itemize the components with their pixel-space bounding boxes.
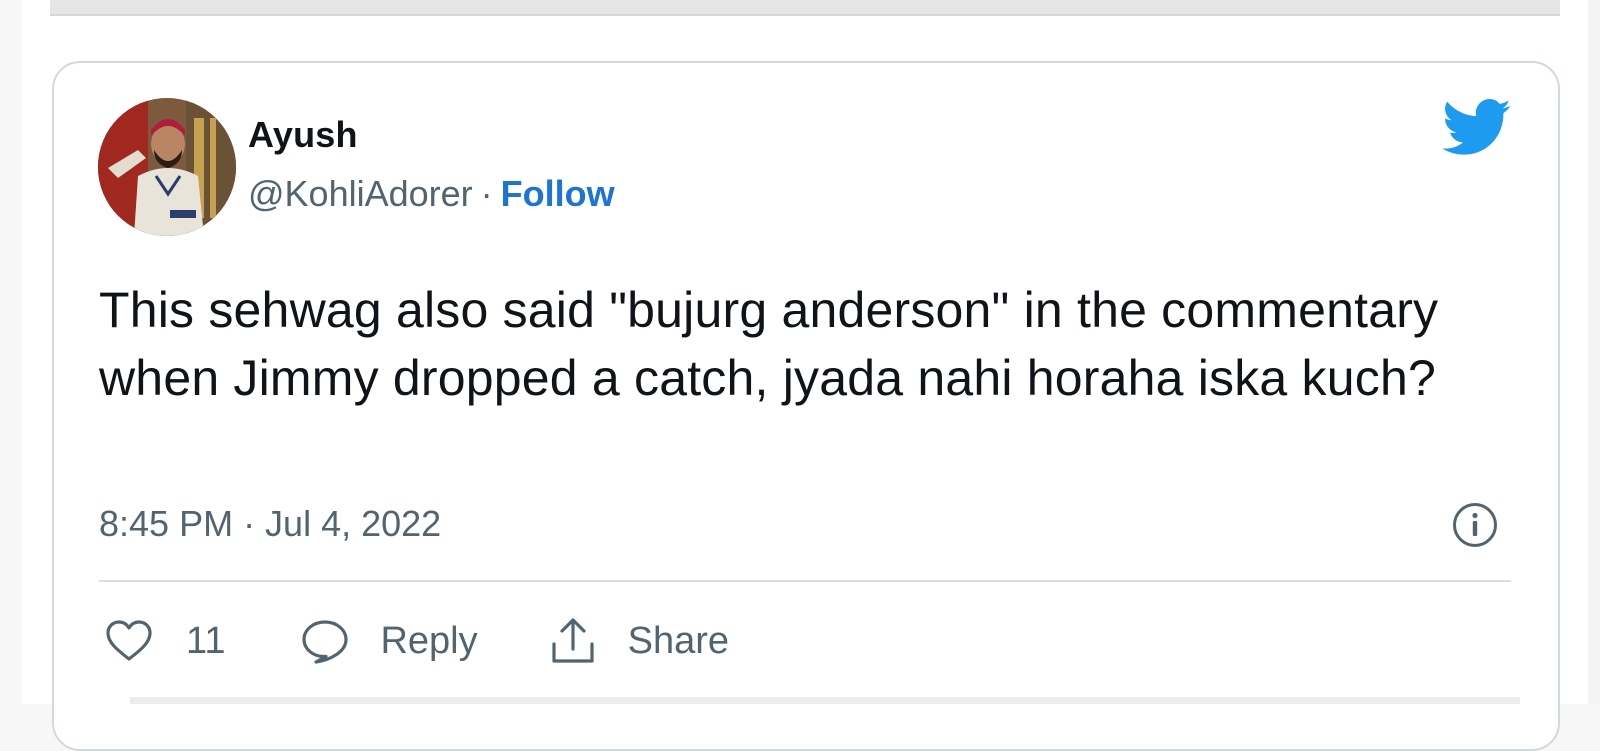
follow-button[interactable]: Follow: [501, 173, 615, 214]
avatar[interactable]: [98, 98, 236, 236]
next-section-edge: [130, 697, 1520, 704]
separator-dot: ·: [480, 173, 493, 214]
previous-embed-bottom-edge: [50, 0, 1560, 16]
reply-label: Reply: [380, 619, 478, 662]
like-button[interactable]: 11: [104, 619, 300, 663]
scrollbar-track[interactable]: [1588, 0, 1600, 704]
like-count: 11: [186, 619, 226, 662]
speech-bubble-icon: [302, 620, 349, 664]
handle-line: @KohliAdorer · Follow: [248, 173, 615, 215]
tweet-timestamp[interactable]: 8:45 PM · Jul 4, 2022: [99, 503, 441, 545]
share-label: Share: [627, 619, 730, 662]
tweet-text: This sehwag also said "bujurg anderson" …: [99, 282, 1439, 406]
heart-icon: [106, 620, 152, 661]
tweet-actions: 11 Reply Share: [104, 616, 729, 666]
reply-button[interactable]: Reply: [300, 618, 547, 664]
share-upload-icon: [552, 618, 594, 663]
share-button[interactable]: Share: [548, 617, 729, 665]
info-icon[interactable]: [1452, 502, 1498, 548]
twitter-bird-icon[interactable]: [1442, 99, 1512, 157]
user-handle[interactable]: @KohliAdorer: [248, 173, 473, 214]
avatar-image: [98, 98, 236, 236]
divider: [99, 580, 1511, 582]
display-name[interactable]: Ayush: [248, 114, 358, 156]
